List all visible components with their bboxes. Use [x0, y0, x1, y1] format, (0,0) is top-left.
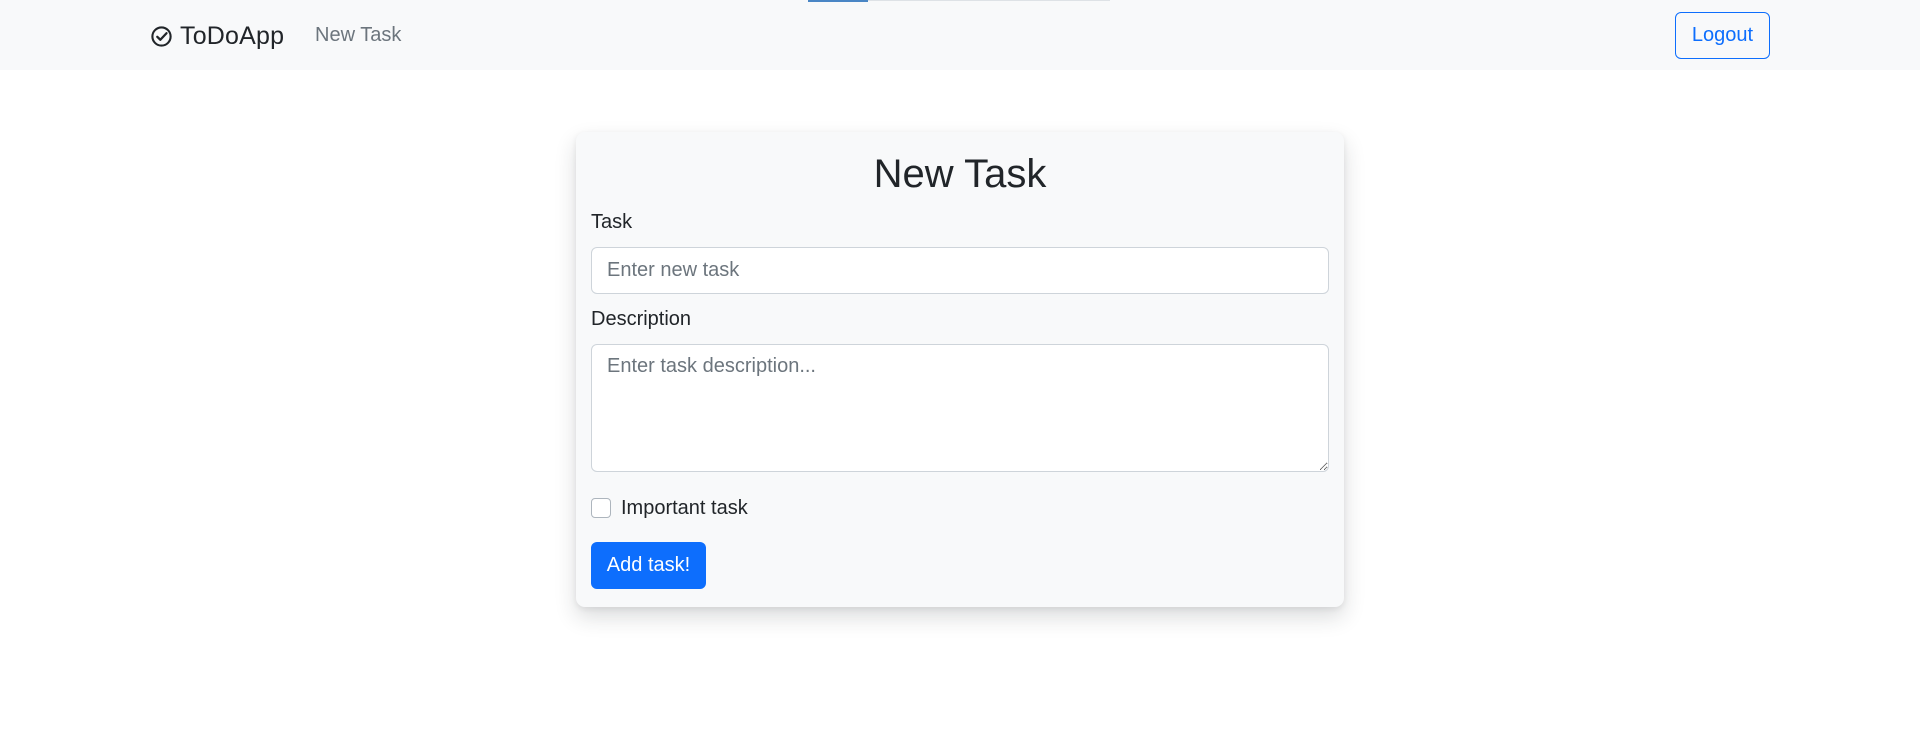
- add-task-button[interactable]: Add task!: [591, 542, 706, 589]
- nav-link-new-task[interactable]: New Task: [315, 24, 401, 47]
- task-input[interactable]: [591, 247, 1329, 294]
- top-navbar: ToDoApp New Task Logout: [0, 0, 1920, 70]
- important-task-checkbox[interactable]: [591, 498, 611, 518]
- task-label: Task: [591, 211, 633, 233]
- logout-button[interactable]: Logout: [1675, 12, 1770, 59]
- description-textarea[interactable]: [591, 344, 1329, 472]
- important-task-label[interactable]: Important task: [621, 497, 748, 520]
- check-circle-icon: [150, 25, 173, 48]
- description-label: Description: [591, 308, 692, 330]
- new-task-card: New Task Task Description Important task…: [576, 132, 1344, 607]
- page-load-progress-fill: [808, 0, 869, 2]
- brand-name: ToDoApp: [180, 21, 285, 50]
- important-task-row: Important task: [591, 496, 748, 520]
- brand-link[interactable]: ToDoApp: [150, 19, 284, 53]
- page-load-progress: [808, 0, 1110, 2]
- page-title: New Task: [873, 152, 1047, 196]
